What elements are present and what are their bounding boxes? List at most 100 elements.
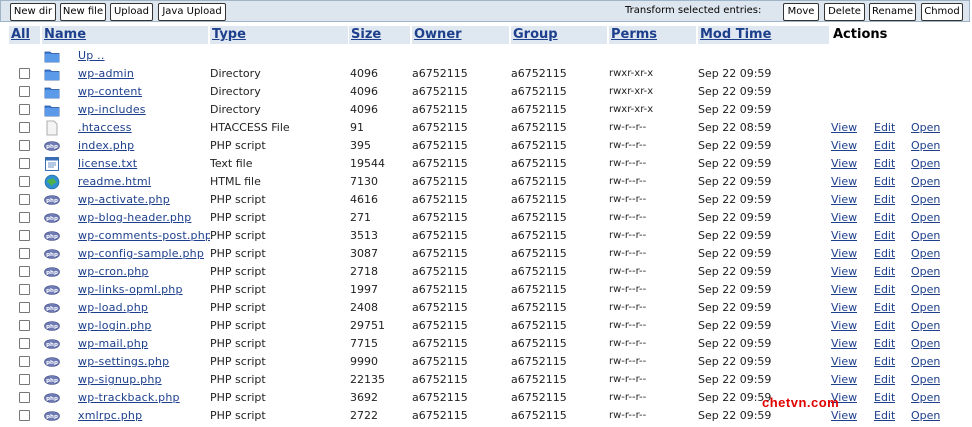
file-name-link[interactable]: wp-trackback.php — [78, 389, 210, 407]
open-link[interactable]: Open — [911, 389, 940, 407]
file-name-link[interactable]: wp-login.php — [78, 317, 210, 335]
row-checkbox[interactable] — [19, 176, 30, 187]
edit-link[interactable]: Edit — [874, 317, 895, 335]
view-link[interactable]: View — [831, 353, 857, 371]
rename-button[interactable]: Rename — [869, 3, 916, 21]
file-name-link[interactable]: index.php — [78, 137, 210, 155]
row-checkbox[interactable] — [19, 140, 30, 151]
file-name-link[interactable]: wp-load.php — [78, 299, 210, 317]
view-link[interactable]: View — [831, 227, 857, 245]
sort-size-link[interactable]: Size — [349, 26, 410, 44]
edit-link[interactable]: Edit — [874, 263, 895, 281]
file-name-link[interactable]: wp-comments-post.php — [78, 227, 210, 245]
open-link[interactable]: Open — [911, 155, 940, 173]
row-checkbox[interactable] — [19, 68, 30, 79]
edit-link[interactable]: Edit — [874, 335, 895, 353]
row-checkbox[interactable] — [19, 266, 30, 277]
edit-link[interactable]: Edit — [874, 407, 895, 425]
chmod-button[interactable]: Chmod — [921, 3, 963, 21]
view-link[interactable]: View — [831, 281, 857, 299]
row-checkbox[interactable] — [19, 302, 30, 313]
view-link[interactable]: View — [831, 119, 857, 137]
edit-link[interactable]: Edit — [874, 155, 895, 173]
row-checkbox[interactable] — [19, 158, 30, 169]
edit-link[interactable]: Edit — [874, 227, 895, 245]
edit-link[interactable]: Edit — [874, 119, 895, 137]
open-link[interactable]: Open — [911, 263, 940, 281]
row-checkbox[interactable] — [19, 356, 30, 367]
row-checkbox[interactable] — [19, 86, 30, 97]
edit-link[interactable]: Edit — [874, 281, 895, 299]
edit-link[interactable]: Edit — [874, 137, 895, 155]
file-name-link[interactable]: wp-activate.php — [78, 191, 210, 209]
sort-type-link[interactable]: Type — [210, 26, 348, 44]
file-name-link[interactable]: wp-mail.php — [78, 335, 210, 353]
view-link[interactable]: View — [831, 371, 857, 389]
open-link[interactable]: Open — [911, 227, 940, 245]
view-link[interactable]: View — [831, 299, 857, 317]
row-checkbox[interactable] — [19, 410, 30, 421]
file-name-link[interactable]: xmlrpc.php — [78, 407, 210, 425]
open-link[interactable]: Open — [911, 119, 940, 137]
select-all-link[interactable]: All — [9, 26, 40, 44]
move-button[interactable]: Move — [783, 3, 819, 21]
row-checkbox[interactable] — [19, 212, 30, 223]
view-link[interactable]: View — [831, 137, 857, 155]
row-checkbox[interactable] — [19, 104, 30, 115]
row-checkbox[interactable] — [19, 284, 30, 295]
view-link[interactable]: View — [831, 245, 857, 263]
file-name-link[interactable]: license.txt — [78, 155, 210, 173]
file-name-link[interactable]: wp-links-opml.php — [78, 281, 210, 299]
edit-link[interactable]: Edit — [874, 389, 895, 407]
sort-owner-link[interactable]: Owner — [412, 26, 509, 44]
file-name-link[interactable]: wp-config-sample.php — [78, 245, 210, 263]
open-link[interactable]: Open — [911, 407, 940, 425]
upload-button[interactable]: Upload — [110, 3, 153, 21]
file-name-link[interactable]: wp-content — [78, 83, 210, 101]
sort-group-link[interactable]: Group — [511, 26, 607, 44]
open-link[interactable]: Open — [911, 245, 940, 263]
view-link[interactable]: View — [831, 317, 857, 335]
file-name-link[interactable]: wp-includes — [78, 101, 210, 119]
open-link[interactable]: Open — [911, 335, 940, 353]
sort-perms-link[interactable]: Perms — [609, 26, 696, 44]
edit-link[interactable]: Edit — [874, 191, 895, 209]
sort-name-link[interactable]: Name — [42, 26, 208, 44]
open-link[interactable]: Open — [911, 371, 940, 389]
edit-link[interactable]: Edit — [874, 353, 895, 371]
delete-button[interactable]: Delete — [824, 3, 865, 21]
view-link[interactable]: View — [831, 209, 857, 227]
edit-link[interactable]: Edit — [874, 371, 895, 389]
row-checkbox[interactable] — [19, 194, 30, 205]
file-name-link[interactable]: Up .. — [78, 47, 210, 65]
new-file-button[interactable]: New file — [60, 3, 106, 21]
open-link[interactable]: Open — [911, 281, 940, 299]
row-checkbox[interactable] — [19, 320, 30, 331]
open-link[interactable]: Open — [911, 137, 940, 155]
row-checkbox[interactable] — [19, 338, 30, 349]
edit-link[interactable]: Edit — [874, 245, 895, 263]
view-link[interactable]: View — [831, 335, 857, 353]
view-link[interactable]: View — [831, 191, 857, 209]
open-link[interactable]: Open — [911, 173, 940, 191]
file-name-link[interactable]: .htaccess — [78, 119, 210, 137]
file-name-link[interactable]: readme.html — [78, 173, 210, 191]
view-link[interactable]: View — [831, 155, 857, 173]
java-upload-button[interactable]: Java Upload — [158, 3, 226, 21]
row-checkbox[interactable] — [19, 374, 30, 385]
file-name-link[interactable]: wp-blog-header.php — [78, 209, 210, 227]
open-link[interactable]: Open — [911, 191, 940, 209]
edit-link[interactable]: Edit — [874, 173, 895, 191]
row-checkbox[interactable] — [19, 392, 30, 403]
row-checkbox[interactable] — [19, 230, 30, 241]
file-name-link[interactable]: wp-signup.php — [78, 371, 210, 389]
open-link[interactable]: Open — [911, 299, 940, 317]
edit-link[interactable]: Edit — [874, 299, 895, 317]
edit-link[interactable]: Edit — [874, 209, 895, 227]
file-name-link[interactable]: wp-admin — [78, 65, 210, 83]
sort-modtime-link[interactable]: Mod Time — [698, 26, 829, 44]
open-link[interactable]: Open — [911, 209, 940, 227]
file-name-link[interactable]: wp-cron.php — [78, 263, 210, 281]
row-checkbox[interactable] — [19, 248, 30, 259]
file-name-link[interactable]: wp-settings.php — [78, 353, 210, 371]
